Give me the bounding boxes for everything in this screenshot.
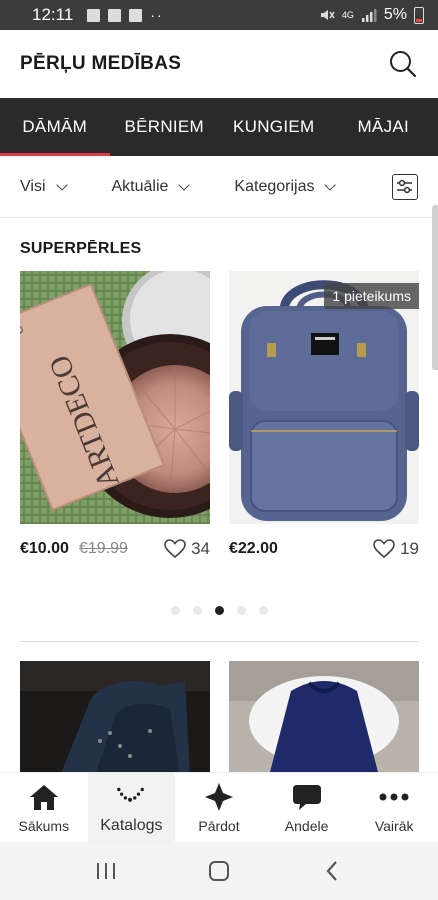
product-card[interactable] xyxy=(20,661,210,776)
bottom-navigation: Sākums Katalogs Pārdot Andele Vairāk xyxy=(0,772,438,842)
like-count: 19 xyxy=(400,539,419,558)
nav-more[interactable]: Vairāk xyxy=(350,773,438,842)
page-dot[interactable] xyxy=(258,606,268,615)
product-price: €10.00 xyxy=(20,540,69,557)
nav-sell-label: Pārdot xyxy=(198,817,240,834)
section-divider xyxy=(20,641,418,642)
price-row: €10.00 €19.99 34 xyxy=(20,537,210,561)
nav-catalog[interactable]: Katalogs xyxy=(87,773,176,842)
search-icon xyxy=(390,51,417,78)
page-dot[interactable] xyxy=(192,606,202,615)
section-title: SUPERPĒRLES xyxy=(20,240,142,257)
filter-all-dropdown[interactable]: Visi xyxy=(20,177,68,196)
mute-icon xyxy=(320,10,335,20)
battery-icon xyxy=(414,6,424,24)
category-tabs: DĀMĀM BĒRNIEM KUNGIEM MĀJAI xyxy=(0,98,438,156)
system-icons: 4G 5% xyxy=(319,6,424,24)
more-notifications-icon: ·· xyxy=(150,7,164,23)
status-time: 12:11 xyxy=(32,5,74,24)
product-image[interactable] xyxy=(229,661,419,776)
more-icon xyxy=(379,782,409,812)
heart-icon xyxy=(164,539,186,559)
filter-settings-button[interactable] xyxy=(392,173,418,200)
filter-bar: Visi Aktuālie Kategorijas xyxy=(0,156,438,218)
battery-percent: 5% xyxy=(383,6,407,23)
necklace-icon xyxy=(116,781,146,811)
home-system-button[interactable] xyxy=(199,851,239,891)
chevron-down-icon xyxy=(55,178,68,191)
home-square-icon xyxy=(208,861,229,881)
gallery-icon xyxy=(129,8,143,22)
tab-men[interactable]: KUNGIEM xyxy=(219,98,329,156)
network-type: 4G xyxy=(341,9,354,20)
chat-icon xyxy=(292,782,322,812)
product-photo-dress xyxy=(229,661,419,776)
system-navigation-bar xyxy=(0,842,438,900)
product-image[interactable]: ARTDECO Compact xyxy=(20,271,210,524)
nav-more-label: Vairāk xyxy=(374,817,414,834)
like-button[interactable]: 19 xyxy=(373,539,419,559)
send-icon xyxy=(108,8,122,22)
product-photo-boots xyxy=(20,661,210,776)
app-header: PĒRĻU MEDĪBAS xyxy=(0,30,438,98)
chevron-down-icon xyxy=(178,178,191,191)
filter-categories-dropdown[interactable]: Kategorijas xyxy=(234,177,337,196)
nav-home[interactable]: Sākums xyxy=(0,773,88,842)
back-button[interactable] xyxy=(312,851,352,891)
request-badge: 1 pieteikums xyxy=(324,283,419,309)
sliders-icon xyxy=(397,179,412,193)
sparkle-icon xyxy=(204,782,234,812)
tab-children[interactable]: BĒRNIEM xyxy=(110,98,220,156)
search-button[interactable] xyxy=(388,49,418,79)
tab-women[interactable]: DĀMĀM xyxy=(0,98,110,156)
nav-catalog-label: Katalogs xyxy=(100,816,163,834)
product-price: €22.00 xyxy=(229,540,278,557)
tab-home[interactable]: MĀJAI xyxy=(329,98,438,156)
product-image[interactable]: 1 pieteikums xyxy=(229,271,419,524)
filter-current-dropdown[interactable]: Aktuālie xyxy=(111,177,191,196)
product-card[interactable] xyxy=(229,661,419,776)
nav-sell[interactable]: Pārdot xyxy=(175,773,263,842)
back-chevron-icon xyxy=(326,861,337,881)
home-icon xyxy=(29,782,59,812)
recent-apps-button[interactable] xyxy=(86,851,126,891)
signal-icon xyxy=(361,9,377,22)
facebook-icon xyxy=(87,8,101,22)
carousel-pagination xyxy=(0,606,438,615)
status-bar: 12:11 ·· 4G 5% xyxy=(0,0,438,30)
heart-icon xyxy=(373,539,395,559)
filter-categories-label: Kategorijas xyxy=(234,177,315,195)
filter-current-label: Aktuālie xyxy=(111,177,169,195)
price-row: €22.00 19 xyxy=(229,537,419,561)
page-dot[interactable] xyxy=(170,606,180,615)
nav-home-label: Sākums xyxy=(18,817,70,834)
page-dot-active[interactable] xyxy=(214,606,224,615)
recent-apps-icon xyxy=(97,863,116,879)
app-title: PĒRĻU MEDĪBAS xyxy=(20,53,182,74)
product-card[interactable]: 1 pieteikums €22.00 19 xyxy=(229,271,419,561)
like-button[interactable]: 34 xyxy=(164,539,210,559)
page-dot[interactable] xyxy=(236,606,246,615)
like-count: 34 xyxy=(191,539,210,558)
nav-chat[interactable]: Andele xyxy=(263,773,351,842)
filter-all-label: Visi xyxy=(20,177,46,195)
nav-chat-label: Andele xyxy=(284,817,329,834)
notification-icons: ·· xyxy=(87,7,163,23)
product-image[interactable] xyxy=(20,661,210,776)
product-photo-compact: ARTDECO Compact xyxy=(20,271,210,524)
product-card[interactable]: ARTDECO Compact €10.00 €19.99 34 xyxy=(20,271,210,561)
scrollbar[interactable] xyxy=(432,205,438,370)
chevron-down-icon xyxy=(324,178,337,191)
product-old-price: €19.99 xyxy=(78,540,128,557)
